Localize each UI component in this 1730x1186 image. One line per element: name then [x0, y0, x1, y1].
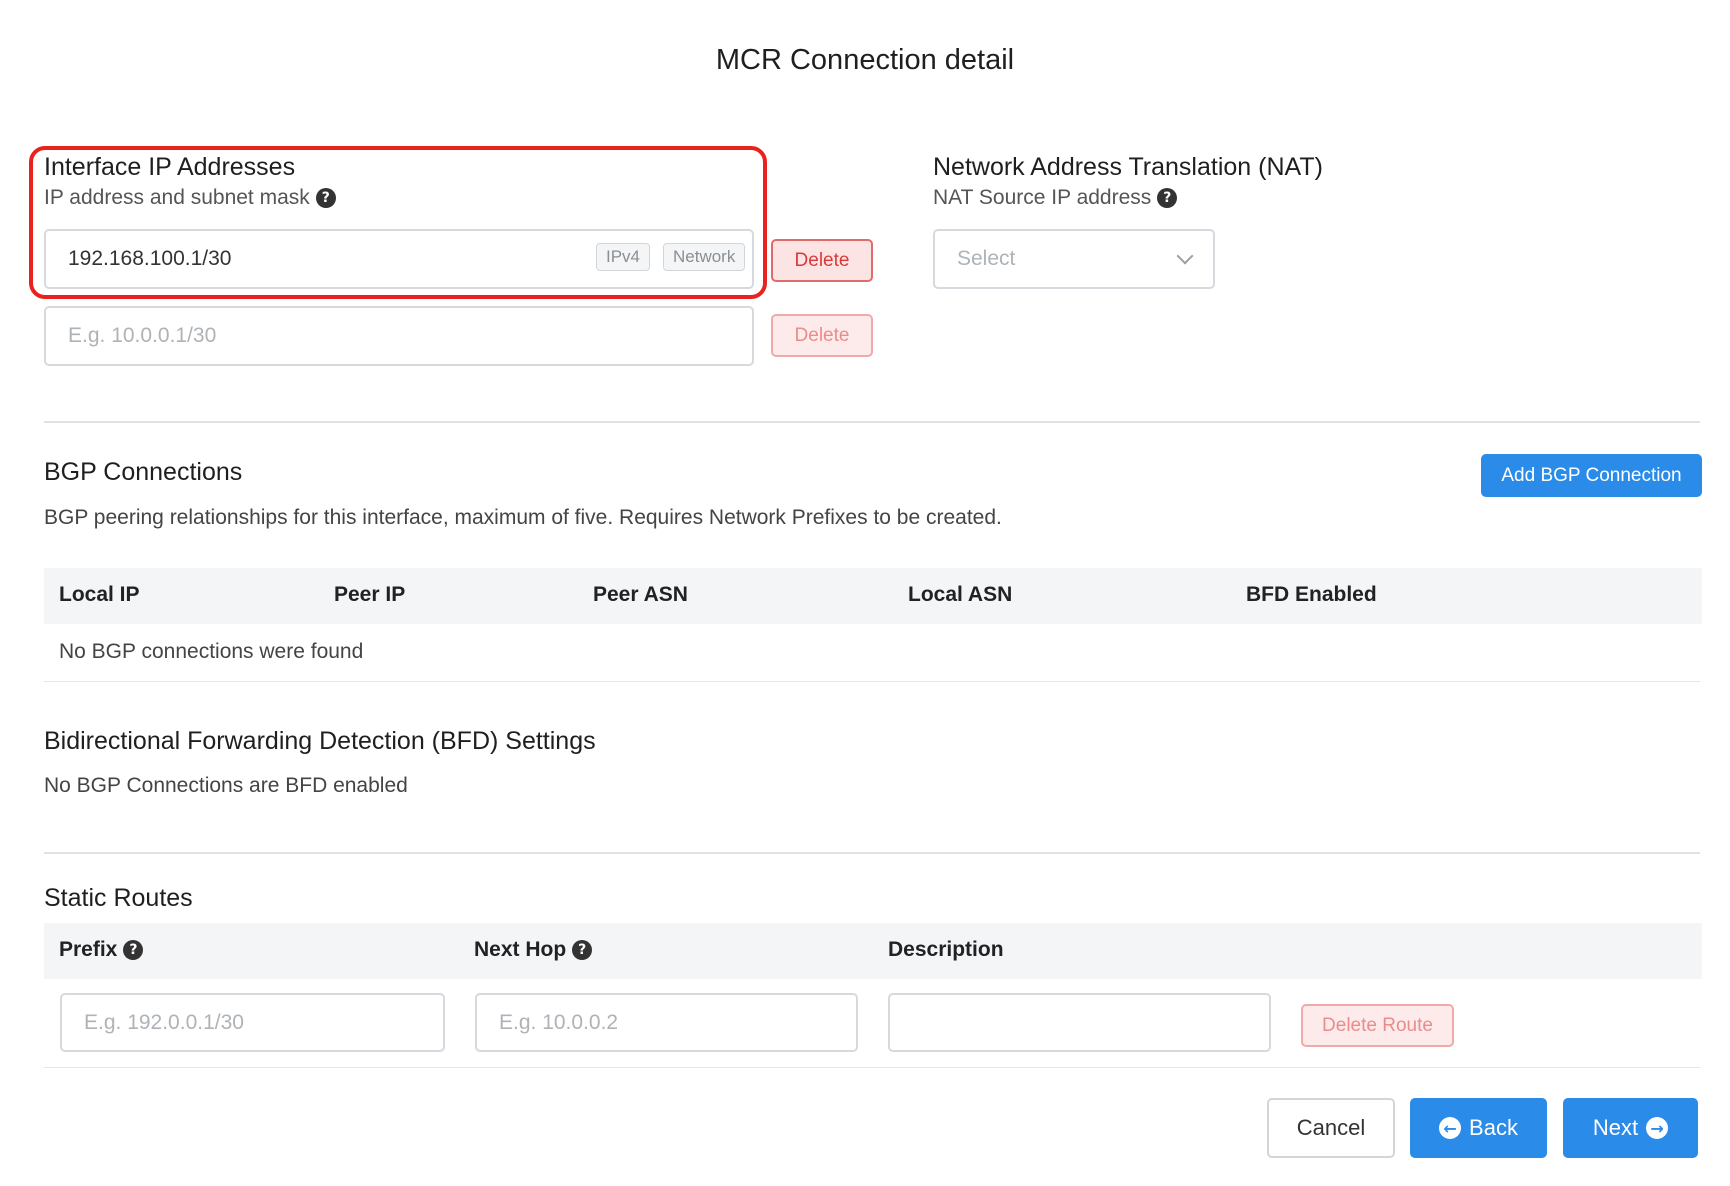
cancel-button[interactable]: Cancel: [1267, 1098, 1395, 1158]
divider: [44, 681, 1700, 682]
back-button[interactable]: ← Back: [1410, 1098, 1547, 1158]
help-icon[interactable]: ?: [1157, 188, 1178, 208]
bgp-description: BGP peering relationships for this inter…: [44, 506, 1002, 529]
arrow-left-icon: ←: [1439, 1117, 1462, 1139]
column-peer-ip: Peer IP: [334, 583, 406, 606]
nat-subtitle: NAT Source IP address ?: [933, 186, 1178, 210]
bfd-title: Bidirectional Forwarding Detection (BFD)…: [44, 727, 596, 755]
help-icon[interactable]: ?: [572, 940, 593, 960]
column-prefix-label: Prefix: [59, 938, 118, 961]
add-bgp-connection-button[interactable]: Add BGP Connection: [1481, 454, 1702, 497]
description-input[interactable]: [888, 993, 1271, 1052]
next-hop-input[interactable]: E.g. 10.0.0.2: [475, 993, 858, 1052]
bgp-empty-text: No BGP connections were found: [59, 640, 364, 663]
ip-address-input[interactable]: 192.168.100.1/30 IPv4 Network: [44, 229, 754, 289]
delete-ip-button-empty[interactable]: Delete: [771, 314, 873, 357]
column-description: Description: [888, 938, 1004, 961]
column-local-ip: Local IP: [59, 583, 140, 606]
ipv4-tag: IPv4: [596, 243, 651, 271]
bfd-text: No BGP Connections are BFD enabled: [44, 774, 408, 797]
column-bfd-enabled: BFD Enabled: [1246, 583, 1377, 606]
prefix-input[interactable]: E.g. 192.0.0.1/30: [60, 993, 445, 1052]
column-local-asn: Local ASN: [908, 583, 1013, 606]
page-title: MCR Connection detail: [715, 44, 1015, 76]
chevron-down-icon: [1176, 247, 1194, 265]
nat-title: Network Address Translation (NAT): [933, 153, 1323, 181]
column-next-hop: Next Hop ?: [474, 938, 593, 962]
next-button-label: Next: [1592, 1115, 1639, 1140]
divider: [44, 852, 1700, 854]
help-icon[interactable]: ?: [123, 940, 144, 960]
divider: [44, 1067, 1700, 1068]
column-prefix: Prefix ?: [59, 938, 144, 962]
divider: [44, 421, 1700, 423]
ip-address-value: 192.168.100.1/30: [68, 247, 232, 270]
delete-route-button[interactable]: Delete Route: [1301, 1004, 1454, 1047]
static-routes-table-header: [44, 923, 1702, 979]
delete-ip-button[interactable]: Delete: [771, 239, 873, 282]
bgp-table-header: [44, 568, 1702, 624]
next-button[interactable]: Next →: [1563, 1098, 1698, 1158]
arrow-right-icon: →: [1646, 1117, 1669, 1139]
nat-subtitle-text: NAT Source IP address: [933, 186, 1152, 209]
column-next-hop-label: Next Hop: [474, 938, 567, 961]
column-peer-asn: Peer ASN: [593, 583, 688, 606]
network-tag: Network: [663, 243, 746, 271]
ip-address-input-empty[interactable]: E.g. 10.0.0.1/30: [44, 306, 754, 366]
nat-select[interactable]: Select: [933, 229, 1215, 289]
nat-select-placeholder: Select: [957, 247, 1016, 270]
back-button-label: Back: [1469, 1115, 1518, 1140]
bgp-title: BGP Connections: [44, 458, 243, 486]
static-routes-title: Static Routes: [44, 884, 193, 912]
